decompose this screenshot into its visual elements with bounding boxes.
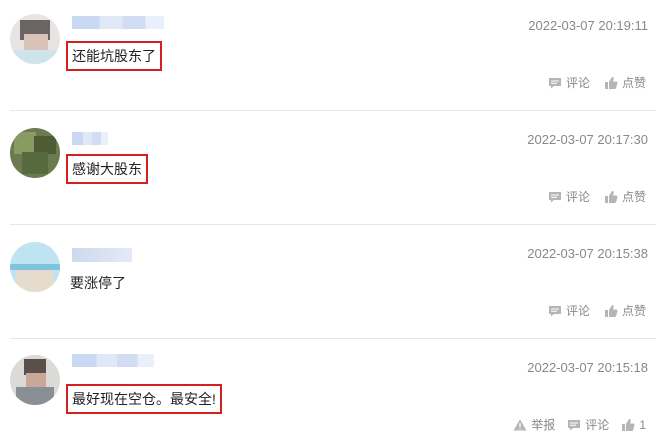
report-label: 举报 bbox=[531, 418, 556, 432]
comment-text: 要涨停了 bbox=[70, 275, 126, 291]
like-label: 点赞 bbox=[621, 304, 646, 318]
thumbs-up-icon bbox=[604, 76, 618, 89]
speech-bubble-icon bbox=[548, 77, 561, 88]
comment-text: 还能坑股东了 bbox=[66, 41, 162, 71]
comment-actions: 评论 点赞 bbox=[548, 188, 646, 205]
comment-text: 最好现在空仓。最安全! bbox=[66, 384, 222, 414]
comment-item-2: 2022-03-07 20:17:30 感谢大股东 评论 点赞 bbox=[0, 111, 660, 224]
comment-item-3: 2022-03-07 20:15:38 要涨停了 评论 点赞 bbox=[0, 225, 660, 338]
username[interactable] bbox=[72, 248, 132, 262]
warning-triangle-icon bbox=[513, 419, 527, 430]
username[interactable] bbox=[72, 132, 108, 145]
comment-button[interactable]: 评论 bbox=[548, 74, 590, 91]
comment-actions: 评论 点赞 bbox=[548, 74, 646, 91]
avatar[interactable] bbox=[10, 355, 60, 405]
avatar[interactable] bbox=[10, 14, 60, 64]
comment-item-4: 2022-03-07 20:15:18 最好现在空仓。最安全! 举报 评论 1 bbox=[0, 339, 660, 438]
avatar[interactable] bbox=[10, 128, 60, 178]
comment-time: 2022-03-07 20:17:30 bbox=[527, 132, 648, 147]
avatar[interactable] bbox=[10, 242, 60, 292]
comment-actions: 评论 点赞 bbox=[548, 302, 646, 319]
comment-label: 评论 bbox=[585, 418, 610, 432]
like-count: 1 bbox=[639, 417, 646, 432]
speech-bubble-icon bbox=[568, 419, 581, 430]
comment-label: 评论 bbox=[565, 304, 590, 318]
comment-button[interactable]: 评论 bbox=[548, 188, 590, 205]
like-button[interactable]: 点赞 bbox=[604, 302, 646, 319]
thumbs-up-icon bbox=[604, 190, 618, 203]
comment-text: 感谢大股东 bbox=[66, 154, 148, 184]
comment-item-1: 2022-03-07 20:19:11 还能坑股东了 评论 点赞 bbox=[0, 0, 660, 110]
comment-actions: 举报 评论 1 bbox=[513, 416, 646, 433]
speech-bubble-icon bbox=[548, 191, 561, 202]
username[interactable] bbox=[72, 16, 164, 29]
comment-label: 评论 bbox=[565, 76, 590, 90]
like-button[interactable]: 点赞 bbox=[604, 74, 646, 91]
comment-time: 2022-03-07 20:19:11 bbox=[528, 18, 648, 33]
username[interactable] bbox=[72, 354, 154, 367]
thumbs-up-icon bbox=[622, 418, 635, 431]
like-button[interactable]: 1 bbox=[621, 416, 646, 433]
like-label: 点赞 bbox=[621, 76, 646, 90]
comment-time: 2022-03-07 20:15:38 bbox=[527, 246, 648, 261]
report-button[interactable]: 举报 bbox=[513, 416, 555, 433]
thumbs-up-icon bbox=[604, 304, 618, 317]
comment-time: 2022-03-07 20:15:18 bbox=[527, 360, 648, 375]
comment-button[interactable]: 评论 bbox=[548, 302, 590, 319]
comment-label: 评论 bbox=[565, 190, 590, 204]
speech-bubble-icon bbox=[548, 305, 561, 316]
comment-button[interactable]: 评论 bbox=[567, 416, 609, 433]
like-label: 点赞 bbox=[621, 190, 646, 204]
like-button[interactable]: 点赞 bbox=[604, 188, 646, 205]
